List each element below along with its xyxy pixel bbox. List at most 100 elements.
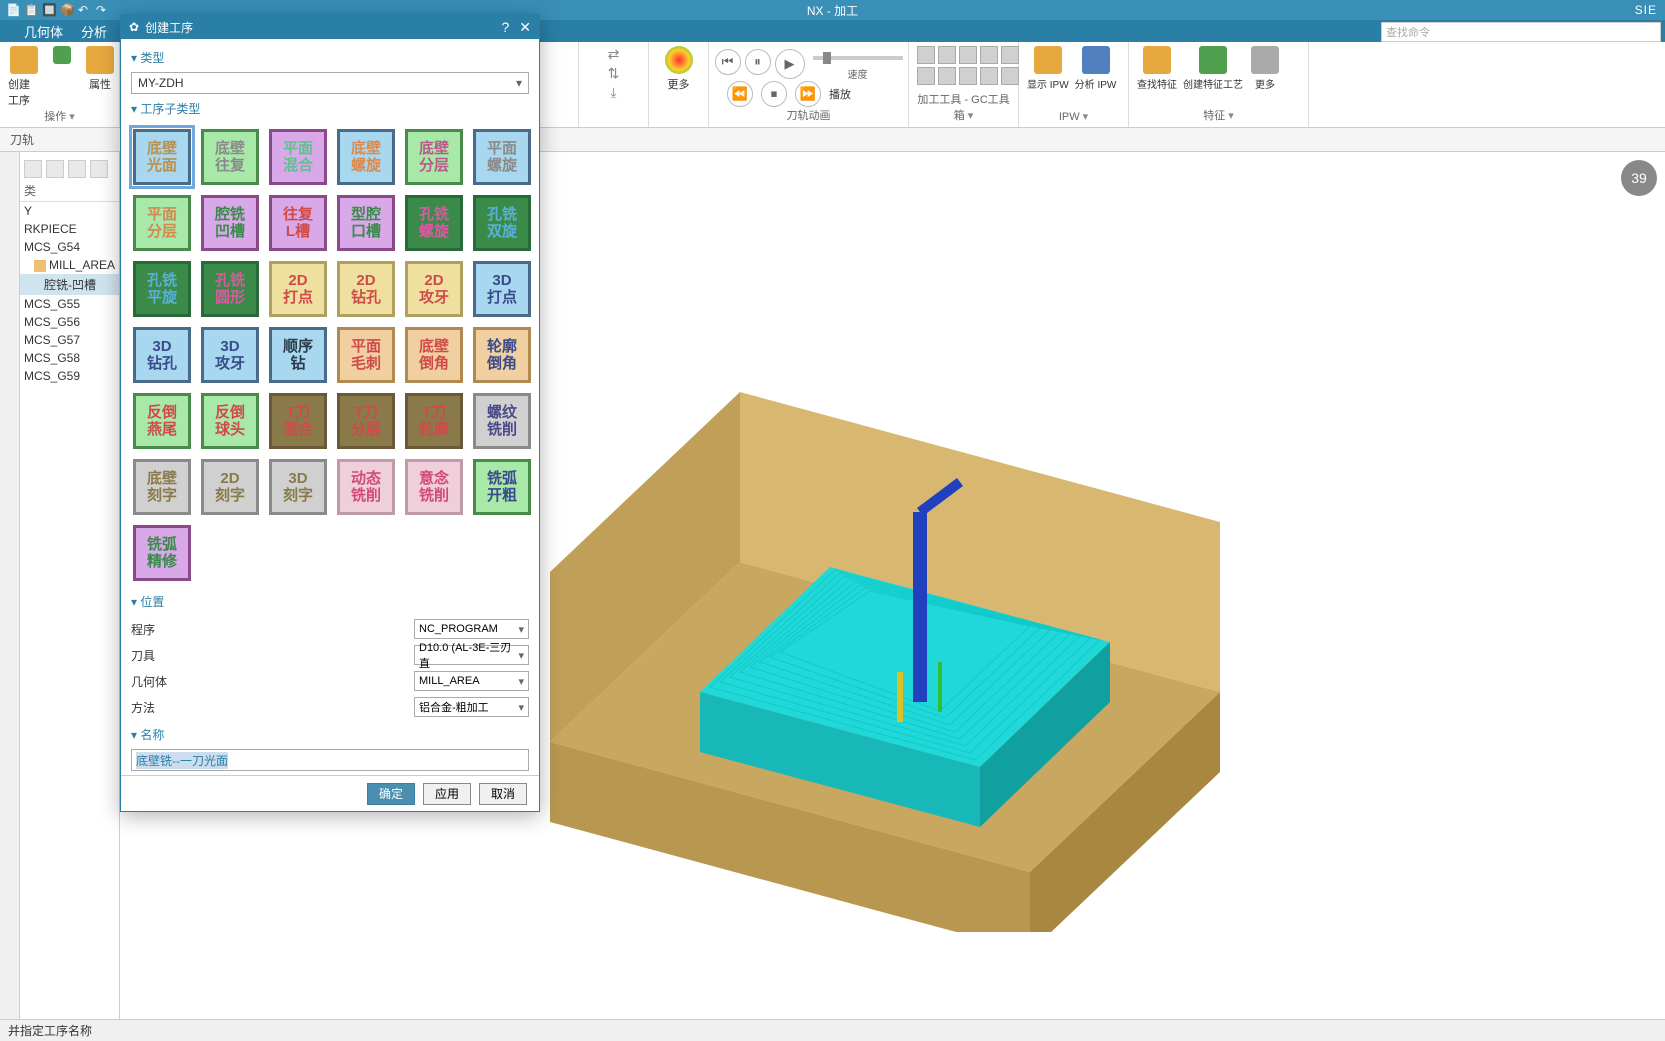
subtype-button[interactable]: 往复 L槽 xyxy=(269,195,327,251)
subtype-button[interactable]: T刀 分层 xyxy=(337,393,395,449)
tree-node[interactable]: MCS_G58 xyxy=(20,349,119,367)
subtype-button[interactable]: 孔铣 双旋 xyxy=(473,195,531,251)
command-search[interactable]: 查找命令 xyxy=(1381,22,1661,42)
subtype-button[interactable]: 平面 分层 xyxy=(133,195,191,251)
subtype-button[interactable]: 底壁 分层 xyxy=(405,129,463,185)
search-placeholder: 查找命令 xyxy=(1386,24,1430,40)
tree-node[interactable]: MCS_G55 xyxy=(20,295,119,313)
subtype-button[interactable]: T刀 轮廓 xyxy=(405,393,463,449)
subtype-button[interactable]: 孔铣 平旋 xyxy=(133,261,191,317)
dialog-footer: 确定 应用 取消 xyxy=(121,775,539,811)
tree-tool-icon[interactable] xyxy=(24,160,42,178)
tree-tool-icon[interactable] xyxy=(90,160,108,178)
subtype-button[interactable]: 孔铣 螺旋 xyxy=(405,195,463,251)
tree-node[interactable]: Y xyxy=(20,202,119,220)
menu-tab-geometry[interactable]: 几何体 xyxy=(24,22,63,41)
qat-icon[interactable]: 📋 xyxy=(24,3,38,17)
cancel-button[interactable]: 取消 xyxy=(479,783,527,805)
tree-node[interactable]: MCS_G57 xyxy=(20,331,119,349)
step-back-button[interactable]: ⏪ xyxy=(727,81,753,107)
operation-name-input[interactable]: 底壁铣--一刀光面 xyxy=(131,749,529,771)
play-button[interactable]: ▶ xyxy=(775,49,805,79)
subtype-button[interactable]: 顺序 钻 xyxy=(269,327,327,383)
subtype-button[interactable]: 底壁 倒角 xyxy=(405,327,463,383)
qat-icon[interactable]: ↶ xyxy=(78,3,92,17)
subtype-button[interactable]: 2D 刻字 xyxy=(201,459,259,515)
close-icon[interactable]: ✕ xyxy=(519,19,531,36)
tree-node[interactable]: MCS_G59 xyxy=(20,367,119,385)
qat-icon[interactable]: 📦 xyxy=(60,3,74,17)
subtype-button[interactable]: 铣弧 精修 xyxy=(133,525,191,581)
tree-node[interactable]: RKPIECE xyxy=(20,220,119,238)
subtype-button[interactable]: 平面 毛刺 xyxy=(337,327,395,383)
help-icon[interactable]: ? xyxy=(501,19,509,36)
subtype-button[interactable]: 孔铣 圆形 xyxy=(201,261,259,317)
pause-button[interactable]: ⏸ xyxy=(745,49,771,75)
subtype-button[interactable]: 意念 铣削 xyxy=(405,459,463,515)
tree-tool-icon[interactable] xyxy=(68,160,86,178)
type-dropdown[interactable]: MY-ZDH ▾ xyxy=(131,72,529,94)
more-button[interactable]: 更多 xyxy=(657,46,700,92)
ribbon-group-label: 加工工具 - GC工具箱 ▾ xyxy=(917,91,1010,123)
tree-node[interactable]: MCS_G54 xyxy=(20,238,119,256)
section-name[interactable]: 名称 xyxy=(131,720,529,749)
tree-node[interactable]: 腔铣-凹槽 xyxy=(20,274,119,295)
create-operation-button[interactable]: 创建工序 xyxy=(8,46,40,108)
tool-icon-grid[interactable] xyxy=(917,46,1019,85)
analyze-ipw-button[interactable]: 分析 IPW xyxy=(1075,46,1117,91)
subtype-button[interactable]: 轮廓 倒角 xyxy=(473,327,531,383)
subtype-button[interactable]: 螺纹 铣削 xyxy=(473,393,531,449)
qat-icon[interactable]: 📄 xyxy=(6,3,20,17)
method-dropdown[interactable]: 铝合金-粗加工▾ xyxy=(414,697,529,717)
subtype-button[interactable]: 3D 刻字 xyxy=(269,459,327,515)
tree-tool-icon[interactable] xyxy=(46,160,64,178)
subtype-button[interactable]: 反倒 燕尾 xyxy=(133,393,191,449)
show-ipw-button[interactable]: 显示 IPW xyxy=(1027,46,1069,91)
tool-dropdown[interactable]: D10.0 (AL-3E-三刃直▾ xyxy=(414,645,529,665)
menu-tab-analysis[interactable]: 分析 xyxy=(81,22,107,41)
subtype-button[interactable]: 底壁 螺旋 xyxy=(337,129,395,185)
subtype-button[interactable]: 平面 螺旋 xyxy=(473,129,531,185)
qat-icon[interactable]: 🔲 xyxy=(42,3,56,17)
viewport-badge: 39 xyxy=(1621,160,1657,196)
geometry-dropdown[interactable]: MILL_AREA▾ xyxy=(414,671,529,691)
subtype-button[interactable]: 2D 攻牙 xyxy=(405,261,463,317)
ribbon-button[interactable] xyxy=(46,46,78,64)
speed-slider[interactable] xyxy=(813,56,903,60)
speed-label: 速度 xyxy=(848,66,868,81)
program-dropdown[interactable]: NC_PROGRAM▾ xyxy=(414,619,529,639)
subtype-button[interactable]: 底壁 光面 xyxy=(133,129,191,185)
subtype-button[interactable]: 动态 铣削 xyxy=(337,459,395,515)
subtype-button[interactable]: 铣弧 开粗 xyxy=(473,459,531,515)
subtype-button[interactable]: 底壁 往复 xyxy=(201,129,259,185)
ok-button[interactable]: 确定 xyxy=(367,783,415,805)
create-feature-button[interactable]: 创建特征工艺 xyxy=(1183,46,1243,91)
subtype-button[interactable]: 2D 打点 xyxy=(269,261,327,317)
subtype-button[interactable]: 底壁 刻字 xyxy=(133,459,191,515)
section-subtype[interactable]: 工序子类型 xyxy=(131,94,529,123)
section-location[interactable]: 位置 xyxy=(131,587,529,616)
subtype-button[interactable]: 型腔 口槽 xyxy=(337,195,395,251)
subtype-button[interactable]: 2D 钻孔 xyxy=(337,261,395,317)
skip-back-button[interactable]: ⏮ xyxy=(715,49,741,75)
qat-icon[interactable]: ↷ xyxy=(96,3,110,17)
step-fwd-button[interactable]: ⏩ xyxy=(795,81,821,107)
tree-node[interactable]: MILL_AREA xyxy=(20,256,119,274)
section-type[interactable]: 类型 xyxy=(131,43,529,72)
tree-node[interactable]: MCS_G56 xyxy=(20,313,119,331)
find-feature-button[interactable]: 查找特征 xyxy=(1137,46,1177,91)
apply-button[interactable]: 应用 xyxy=(423,783,471,805)
subtype-button[interactable]: 3D 钻孔 xyxy=(133,327,191,383)
more-button[interactable]: 更多 xyxy=(1249,46,1281,91)
tab-toolpath[interactable]: 刀轨 xyxy=(10,131,34,148)
subtype-button[interactable]: 3D 攻牙 xyxy=(201,327,259,383)
subtype-button[interactable]: T刀 混合 xyxy=(269,393,327,449)
subtype-button[interactable]: 腔铣 凹槽 xyxy=(201,195,259,251)
find-feat-icon xyxy=(1143,46,1171,74)
subtype-button[interactable]: 平面 混合 xyxy=(269,129,327,185)
stop-button[interactable]: ⏹ xyxy=(761,81,787,107)
properties-button[interactable]: 属性 xyxy=(84,46,116,92)
dialog-titlebar[interactable]: ✿ 创建工序 ? ✕ xyxy=(121,15,539,39)
subtype-button[interactable]: 3D 打点 xyxy=(473,261,531,317)
subtype-button[interactable]: 反倒 球头 xyxy=(201,393,259,449)
